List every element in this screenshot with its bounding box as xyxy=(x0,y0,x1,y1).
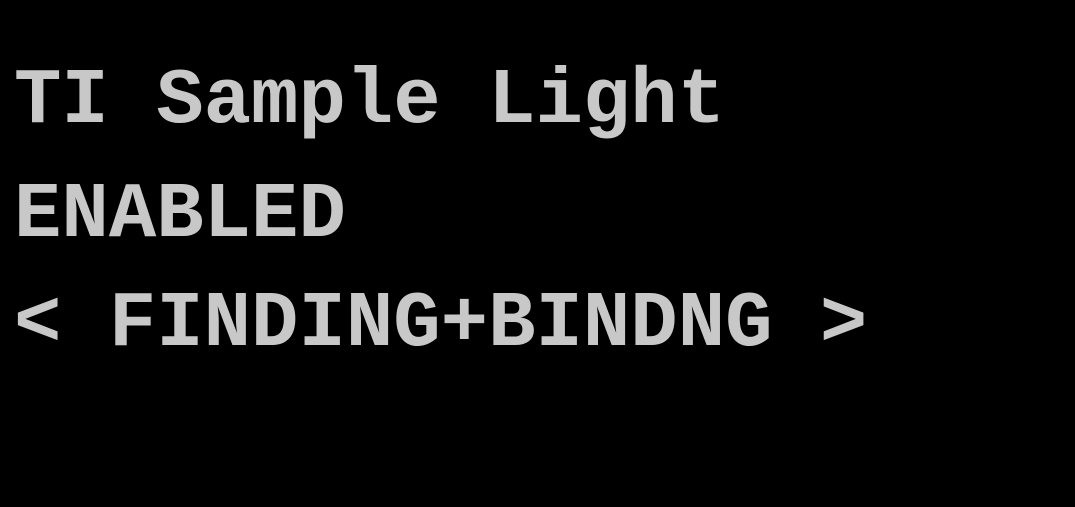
device-title: TI Sample Light xyxy=(14,56,726,146)
lcd-display-screen: TI Sample Light ENABLED < FINDING+BINDNG… xyxy=(0,0,1075,507)
status-text: ENABLED xyxy=(14,170,346,260)
menu-option-selector[interactable]: < FINDING+BINDNG > xyxy=(14,285,867,364)
